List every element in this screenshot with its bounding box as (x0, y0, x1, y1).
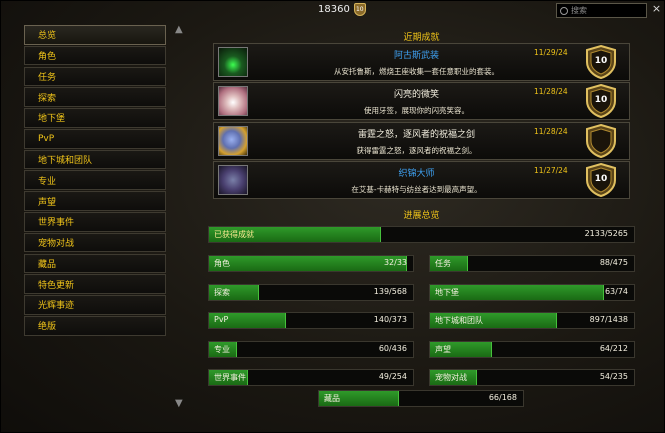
progress-label: 专业 (214, 344, 230, 354)
progress-value: 897/1438 (589, 315, 628, 325)
sidebar-item[interactable]: 探索 (24, 87, 166, 107)
sidebar-item[interactable]: 光辉事迹 (24, 295, 166, 315)
progress-label: 宠物对战 (435, 373, 467, 383)
shield-icon: 10 (584, 44, 618, 80)
sidebar-item[interactable]: PvP (24, 128, 166, 149)
search-icon (560, 6, 568, 15)
recent-achievements-title: 近期成就 (403, 33, 440, 43)
achievement-description: 获得雷霆之怒，逐风者的祝福之剑。 (356, 145, 477, 155)
achievement-description: 在艾基-卡赫特与纺丝者达到最高声望。 (351, 184, 482, 194)
sidebar-item[interactable]: 特色更新 (24, 274, 166, 294)
progress-value: 49/254 (378, 372, 407, 382)
progress-value: 64/212 (599, 343, 628, 353)
progress-label: 地下城和团队 (435, 316, 483, 326)
category-progress-bar[interactable]: 世界事件 49/254 (208, 369, 414, 387)
category-progress-bar[interactable]: 专业 60/436 (208, 340, 414, 358)
achievement-points: 10 (594, 173, 608, 184)
progress-value: 66/168 (488, 393, 517, 402)
progress-overview-title: 进展总览 (403, 211, 440, 221)
achievement-icon (218, 47, 248, 77)
category-sidebar: 总览 角色 任务 探索 地下堡 PvP 地下城和团队 专业 声望 世界事件 宠物对战 藏品 特色更新 光辉… (24, 25, 166, 337)
achievement-points: 10 (594, 95, 608, 106)
scroll-down-icon[interactable]: ▼ (175, 398, 183, 409)
achievement-name: 雷霆之怒，逐风者的祝福之剑 (357, 129, 475, 140)
points-value: 18360 (318, 4, 350, 15)
overall-progress-bar[interactable]: 已获得成就 2133/5265 (208, 226, 635, 243)
achievement-name: 织锦大师 (398, 168, 435, 179)
achievement-row[interactable]: 雷霆之怒，逐风者的祝福之剑 获得雷霆之怒，逐风者的祝福之剑。 11/28/24 (213, 121, 630, 160)
progress-label: 藏品 (324, 394, 340, 403)
progress-value: 54/235 (599, 372, 628, 382)
progress-label: 角色 (214, 259, 230, 268)
progress-value: 88/475 (599, 258, 628, 267)
category-progress-bar[interactable]: 地下堡 63/74 (429, 283, 635, 301)
progress-label: 已获得成就 (214, 230, 254, 239)
progress-value: 63/74 (604, 286, 628, 296)
sidebar-item[interactable]: 专业 (24, 170, 166, 191)
category-progress-bar[interactable]: 探索 139/568 (208, 283, 414, 301)
category-progress-bar[interactable]: 宠物对战 54/235 (429, 369, 635, 387)
category-progress-bar[interactable]: 角色 32/33 (208, 255, 414, 272)
shield-icon: 10 (353, 3, 366, 16)
progress-value: 139/568 (373, 286, 407, 296)
shield-icon: 10 (584, 162, 618, 197)
sidebar-item[interactable]: 世界事件 (24, 212, 166, 232)
progress-value: 60/436 (378, 343, 407, 353)
sidebar-item[interactable]: 地下堡 (24, 108, 166, 128)
shield-icon: 10 (584, 84, 618, 119)
progress-fill (209, 256, 407, 271)
achievement-points: 10 (594, 56, 608, 66)
achievement-description: 从安托鲁斯，燃烧王座收集一套任意职业的套装。 (334, 67, 499, 76)
progress-label: 世界事件 (214, 373, 246, 383)
progress-label: 任务 (435, 259, 451, 268)
achievement-name: 闪亮的微笑 (393, 90, 439, 101)
category-progress-bar[interactable]: PvP 140/373 (208, 312, 414, 330)
scroll-up-icon[interactable]: ▲ (175, 24, 183, 35)
achievement-description: 使用牙签，展现你的闪亮笑容。 (364, 106, 469, 116)
sidebar-item[interactable]: 声望 (24, 191, 166, 211)
sidebar-item[interactable]: 藏品 (24, 253, 166, 274)
sidebar-item[interactable]: 任务 (24, 66, 166, 87)
achievement-icon (218, 164, 248, 195)
progress-value: 140/373 (373, 315, 407, 325)
progress-value: 2133/5265 (584, 229, 628, 238)
achievement-name: 阿古斯武装 (393, 51, 439, 61)
search-input[interactable] (571, 6, 641, 15)
achievement-date: 11/29/24 (534, 48, 568, 57)
achievement-date: 11/27/24 (534, 165, 568, 175)
category-progress-bar[interactable]: 声望 64/212 (429, 340, 635, 358)
sidebar-item[interactable]: 绝版 (24, 315, 166, 336)
achievement-date: 11/28/24 (534, 87, 568, 97)
achievement-icon (218, 86, 248, 117)
category-progress-bar[interactable]: 地下城和团队 897/1438 (429, 312, 635, 330)
achievement-row[interactable]: 阿古斯武装从安托鲁斯，燃烧王座收集一套任意职业的套装。 11/29/24 10 (213, 43, 630, 81)
shield-icon (584, 123, 618, 158)
sidebar-item[interactable]: 总览 (24, 25, 166, 45)
progress-value: 32/33 (383, 258, 407, 267)
category-progress-bar[interactable]: 藏品 66/168 (318, 390, 524, 407)
category-progress-bar[interactable]: 任务 88/475 (429, 255, 635, 272)
close-button[interactable]: × (650, 3, 663, 16)
sidebar-item[interactable]: 地下城和团队 (24, 149, 166, 170)
achievement-icon (218, 125, 248, 156)
progress-label: 探索 (214, 287, 230, 297)
achievement-row[interactable]: 闪亮的微笑使用牙签，展现你的闪亮笑容。 11/28/24 10 (213, 82, 630, 121)
progress-label: 地下堡 (435, 287, 459, 297)
achievement-points: 18360 10 (318, 3, 366, 16)
progress-label: PvP (214, 315, 229, 325)
sidebar-item[interactable]: 宠物对战 (24, 232, 166, 253)
progress-label: 声望 (435, 344, 451, 354)
search-box[interactable] (556, 3, 647, 18)
sidebar-item[interactable]: 角色 (24, 45, 166, 66)
achievement-row[interactable]: 织锦大师在艾基-卡赫特与纺丝者达到最高声望。 11/27/24 10 (213, 160, 630, 199)
achievement-date: 11/28/24 (534, 126, 568, 136)
